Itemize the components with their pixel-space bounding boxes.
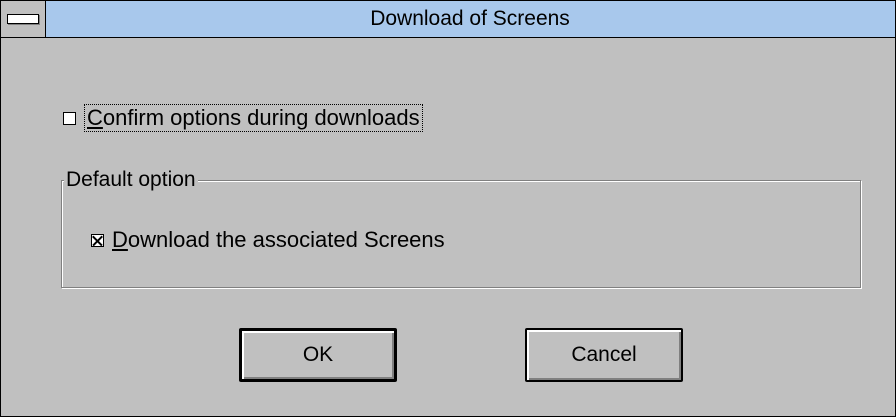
confirm-options-label[interactable]: Confirm options during downloads <box>84 104 423 132</box>
download-associated-screens-checkbox[interactable]: Download the associated Screens <box>91 227 445 253</box>
confirm-options-checkbox[interactable]: Confirm options during downloads <box>63 104 423 132</box>
confirm-options-checkbox-box[interactable] <box>63 111 76 125</box>
confirm-options-mnemonic: C <box>87 105 103 130</box>
system-menu-button[interactable] <box>1 1 46 37</box>
system-menu-icon <box>7 14 39 24</box>
cancel-button[interactable]: Cancel <box>525 328 683 382</box>
ok-button[interactable]: OK <box>239 328 397 382</box>
download-associated-screens-label-text: ownload the associated Screens <box>127 227 445 252</box>
dialog-window: Download of Screens Confirm options duri… <box>0 0 896 417</box>
download-associated-screens-checkbox-box[interactable] <box>91 233 104 247</box>
title-bar[interactable]: Download of Screens <box>1 1 895 38</box>
default-option-group-title: Default option <box>64 168 198 192</box>
confirm-options-label-text: onfirm options during downloads <box>102 105 420 130</box>
download-associated-screens-label[interactable]: Download the associated Screens <box>112 227 445 253</box>
window-title: Download of Screens <box>370 7 570 30</box>
download-associated-screens-mnemonic: D <box>112 227 128 252</box>
